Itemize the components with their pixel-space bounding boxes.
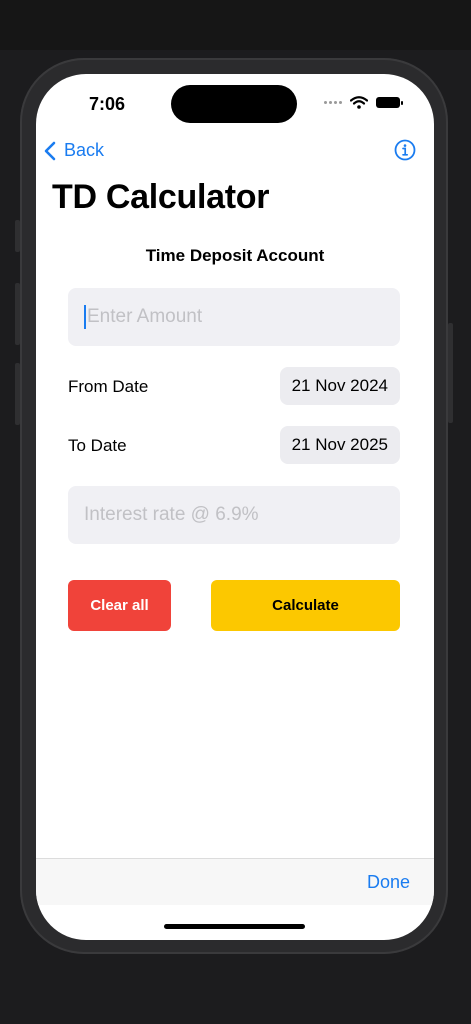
status-time: 7:06: [89, 94, 126, 114]
done-button[interactable]: Done: [367, 872, 410, 893]
volume-down-button: [15, 363, 20, 425]
volume-up-button: [15, 283, 20, 345]
dynamic-island: [171, 85, 297, 123]
home-indicator[interactable]: [164, 924, 305, 929]
text-caret: [84, 305, 86, 329]
info-icon[interactable]: [394, 139, 416, 161]
clear-all-button[interactable]: Clear all: [68, 580, 171, 631]
battery-icon: [376, 97, 403, 108]
interest-rate-placeholder: Interest rate @ 6.9%: [84, 504, 259, 525]
status-indicators: [324, 96, 403, 109]
from-date-picker[interactable]: 21 Nov 2024: [279, 367, 400, 405]
amount-placeholder: Enter Amount: [87, 306, 203, 327]
wifi-icon: [350, 96, 368, 109]
chevron-left-icon: [44, 141, 56, 160]
calculate-button[interactable]: Calculate: [211, 580, 400, 631]
action-button: [15, 220, 20, 252]
from-date-label: From Date: [68, 377, 149, 396]
back-button[interactable]: Back: [44, 140, 104, 161]
keyboard-toolbar: Done: [36, 858, 434, 905]
window-top-bar: [0, 0, 471, 50]
interest-rate-input[interactable]: Interest rate @ 6.9%: [68, 486, 400, 544]
to-date-picker[interactable]: 21 Nov 2025: [279, 426, 400, 464]
page-title: TD Calculator: [52, 178, 270, 216]
cellular-signal-icon: [324, 101, 342, 104]
amount-input[interactable]: Enter Amount: [68, 288, 400, 346]
power-button: [448, 323, 453, 423]
app-screen: 7:06 Back TD Calculator Time Deposit Acc…: [36, 74, 434, 940]
section-subtitle: Time Deposit Account: [145, 246, 325, 265]
to-date-label: To Date: [68, 436, 127, 455]
back-label: Back: [64, 140, 105, 160]
